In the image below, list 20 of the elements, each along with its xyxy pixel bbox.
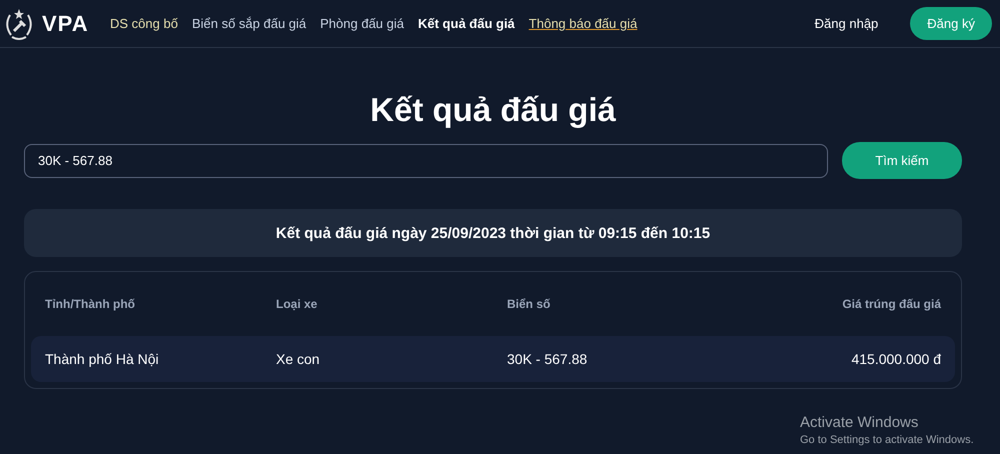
table-cell-text: 30K - 567.88 — [507, 351, 588, 367]
nav-link[interactable]: Kết quả đấu giá — [418, 16, 515, 31]
search-field[interactable]: 30K - 567.88 — [24, 144, 828, 178]
column-header: Loại xe — [276, 297, 318, 311]
page-title: Kết quả đấu giá — [369, 91, 617, 129]
column-header: Tỉnh/Thành phố — [45, 297, 136, 311]
table-cell-text: Thành phố Hà Nội — [45, 351, 160, 367]
column-header: Giá trúng đấu giá — [841, 297, 941, 311]
table-cell-text: 415.000.000 đ — [850, 351, 941, 367]
result-banner: Kết quả đấu giá ngày 25/09/2023 thời gian từ 09:15 đến 10:15 — [24, 209, 962, 257]
nav-link[interactable]: Thông báo đấu giá — [528, 16, 638, 31]
nav-link[interactable]: Phòng đấu giá — [320, 16, 404, 31]
nav-link[interactable]: Biển số sắp đấu giá — [192, 16, 306, 31]
logo-text: VPA — [42, 10, 89, 36]
nav-link[interactable]: DS công bố — [110, 16, 178, 31]
activation-text: Go to Settings to activate Windows. — [800, 434, 974, 446]
column-header: Biển số — [507, 297, 552, 311]
table-cell-text: Xe con — [276, 351, 321, 367]
login-link[interactable]: Đăng nhập — [808, 15, 884, 32]
activation-title: Activate Windows — [800, 414, 920, 431]
